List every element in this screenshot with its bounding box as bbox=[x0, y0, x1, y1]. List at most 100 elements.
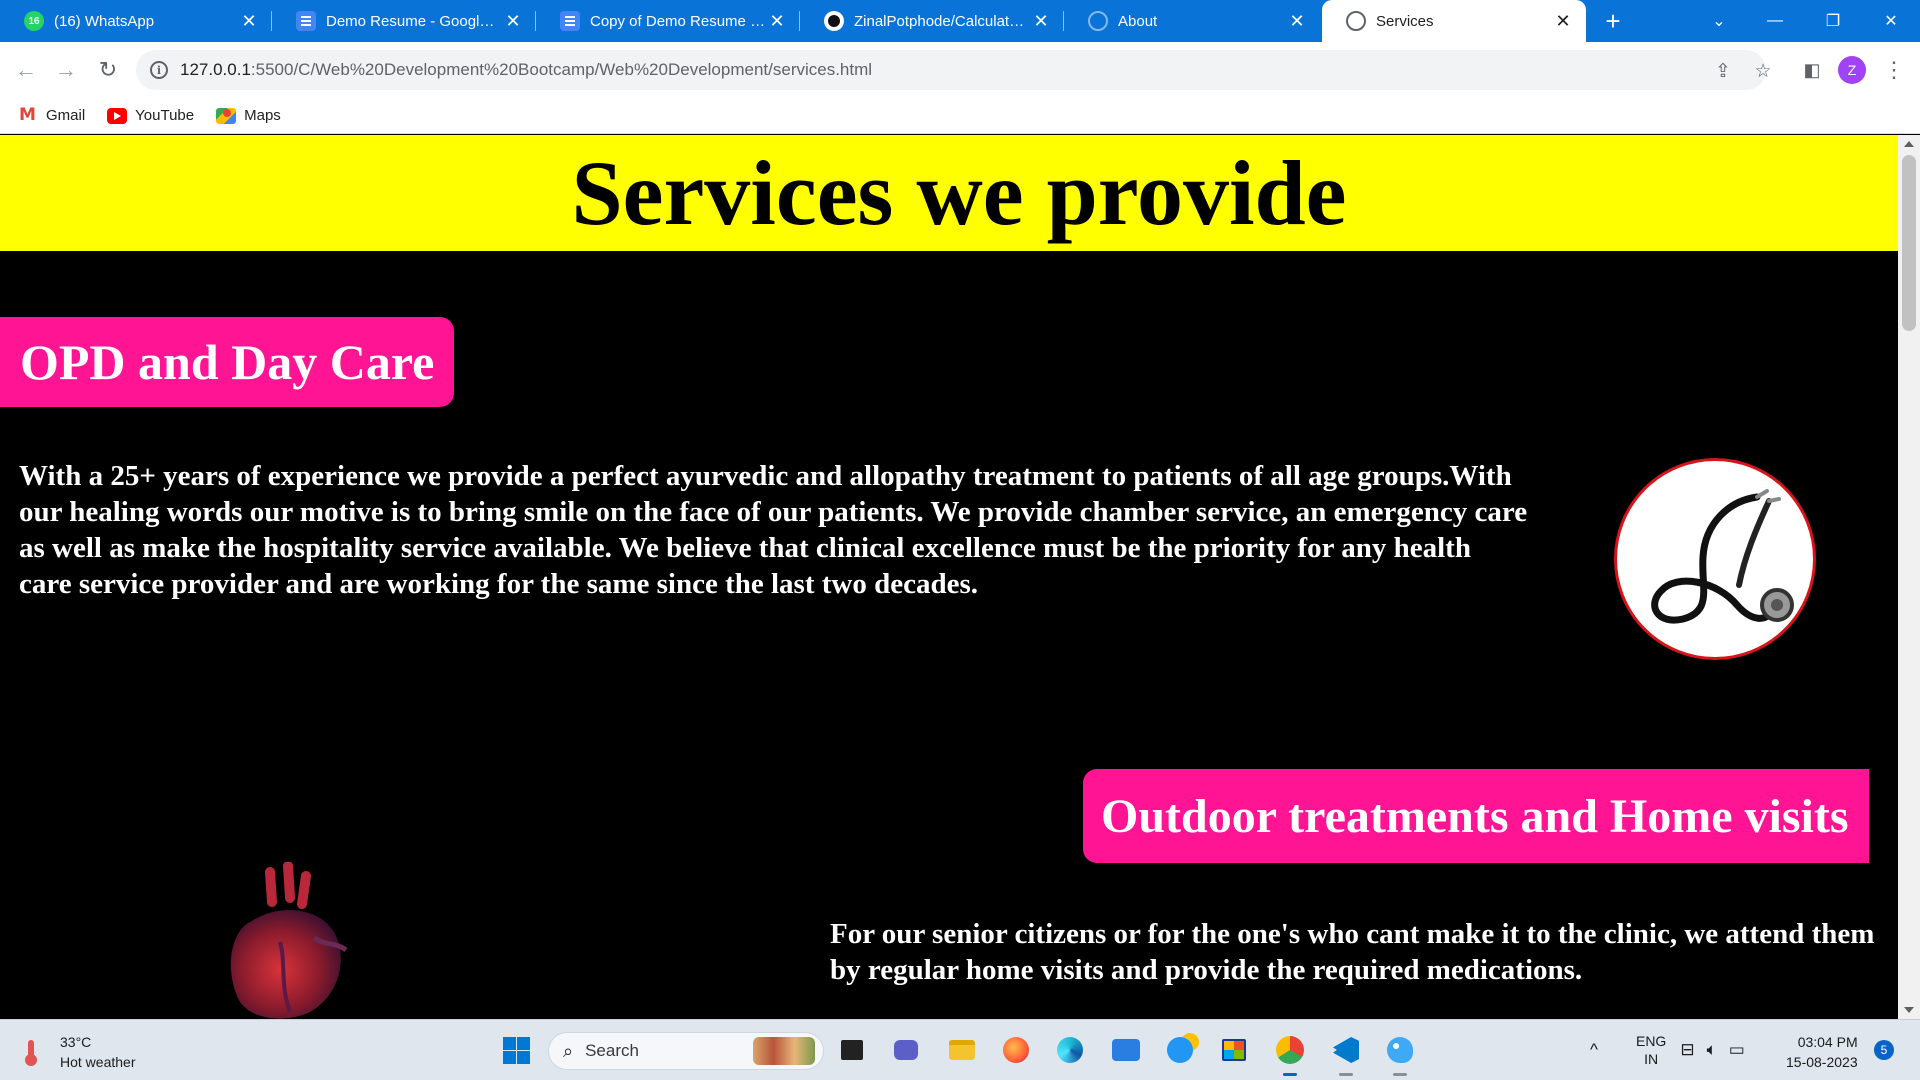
side-panel-icon[interactable]: ◧ bbox=[1796, 54, 1828, 86]
notification-badge[interactable]: 5 bbox=[1874, 1040, 1894, 1060]
window-close-icon[interactable]: ✕ bbox=[1868, 0, 1914, 42]
tab-title: About bbox=[1118, 12, 1158, 30]
reload-icon[interactable]: ↻ bbox=[92, 54, 124, 86]
site-info-icon[interactable]: i bbox=[150, 61, 168, 79]
active-app-indicator bbox=[1339, 1073, 1353, 1076]
tab-demo-resume[interactable]: Demo Resume - Google Docs ✕ bbox=[272, 0, 536, 42]
network-icon[interactable]: ⊟ bbox=[1680, 1040, 1694, 1060]
page-header: Services we provide bbox=[0, 135, 1898, 251]
close-icon[interactable]: ✕ bbox=[1030, 10, 1052, 32]
close-icon[interactable]: ✕ bbox=[1552, 10, 1574, 32]
tab-title: ZinalPotphode/Calculator: T bbox=[854, 12, 1030, 30]
thermometer-icon bbox=[22, 1038, 40, 1066]
tab-title: Copy of Demo Resume - Google Docs bbox=[590, 12, 766, 30]
stethoscope-drawing bbox=[1651, 489, 1794, 624]
search-placeholder: Search bbox=[585, 1041, 639, 1060]
chrome-icon[interactable] bbox=[1270, 1030, 1310, 1076]
browser-toolbar: ← → ↻ i 127.0.0.1:5500/C/Web%20Developme… bbox=[0, 42, 1920, 98]
battery-icon[interactable]: ▭ bbox=[1729, 1040, 1745, 1060]
forward-arrow-icon[interactable]: → bbox=[50, 54, 82, 86]
search-icon: ⌕ bbox=[563, 1040, 574, 1061]
section-text-opd: With a 25+ years of experience we provid… bbox=[19, 460, 1528, 600]
kebab-menu-icon[interactable]: ⋮ bbox=[1880, 54, 1908, 86]
section-heading-outdoor: Outdoor treatments and Home visits bbox=[1083, 769, 1869, 863]
file-explorer-icon[interactable] bbox=[942, 1030, 982, 1070]
back-arrow-icon[interactable]: ← bbox=[10, 54, 42, 86]
clock-date: 15-08-2023 bbox=[1786, 1054, 1858, 1070]
google-docs-icon bbox=[296, 11, 316, 31]
windows-taskbar: 33°C Hot weather ⌕ Search ^ ENG IN ⊟ 🔈︎ bbox=[0, 1019, 1920, 1080]
region-code: IN bbox=[1644, 1051, 1659, 1067]
store-icon[interactable] bbox=[1214, 1030, 1254, 1070]
tab-copy-demo-resume[interactable]: Copy of Demo Resume - Google Docs ✕ bbox=[536, 0, 800, 42]
tab-about[interactable]: About ✕ bbox=[1064, 0, 1320, 42]
url-host: 127.0.0.1 bbox=[180, 60, 251, 79]
profile-avatar[interactable]: Z bbox=[1838, 56, 1866, 84]
url-text: 127.0.0.1:5500/C/Web%20Development%20Boo… bbox=[180, 60, 872, 80]
bookmark-label: YouTube bbox=[135, 107, 195, 124]
chevron-up-icon[interactable]: ^ bbox=[1590, 1040, 1598, 1060]
windows-start-icon[interactable] bbox=[496, 1030, 536, 1070]
scrollbar-thumb[interactable] bbox=[1902, 155, 1916, 331]
tab-search-chevron-icon[interactable]: ⌄ bbox=[1696, 0, 1742, 42]
search-highlight-image bbox=[753, 1037, 815, 1065]
volume-icon[interactable]: 🔈︎ bbox=[1707, 1040, 1717, 1060]
page-title: Services we provide bbox=[571, 142, 1347, 244]
scroll-down-icon[interactable] bbox=[1904, 1007, 1914, 1013]
active-app-indicator bbox=[1393, 1073, 1407, 1076]
vscode-icon[interactable] bbox=[1326, 1030, 1366, 1076]
language-code: ENG bbox=[1635, 1033, 1667, 1049]
page-scrollbar[interactable] bbox=[1898, 135, 1920, 1019]
close-icon[interactable]: ✕ bbox=[766, 10, 788, 32]
bookmark-star-icon[interactable]: ☆ bbox=[1752, 60, 1774, 82]
bookmark-gmail[interactable]: Gmail bbox=[18, 105, 86, 125]
paint-icon[interactable] bbox=[1380, 1030, 1420, 1076]
restore-icon[interactable]: ❐ bbox=[1810, 0, 1856, 42]
meet-icon[interactable] bbox=[886, 1030, 926, 1070]
tab-whatsapp[interactable]: 16 (16) WhatsApp ✕ bbox=[0, 0, 272, 42]
tab-title: (16) WhatsApp bbox=[54, 12, 155, 30]
address-bar[interactable]: i 127.0.0.1:5500/C/Web%20Development%20B… bbox=[136, 50, 1772, 90]
youtube-icon bbox=[107, 107, 128, 124]
url-path: :5500/C/Web%20Development%20Bootcamp/Web… bbox=[250, 60, 873, 79]
clock[interactable]: 03:04 PM 15-08-2023 bbox=[1786, 1032, 1858, 1072]
page-viewport: Services we provide OPD and Day Care Wit… bbox=[0, 135, 1898, 1019]
google-docs-icon bbox=[560, 11, 580, 31]
task-view-icon[interactable] bbox=[832, 1030, 872, 1070]
stethoscope-image bbox=[1614, 458, 1816, 660]
tab-services[interactable]: Services ✕ bbox=[1322, 0, 1586, 42]
bookmark-label: Maps bbox=[244, 107, 281, 124]
support-icon[interactable] bbox=[1160, 1030, 1200, 1070]
language-indicator[interactable]: ENG IN bbox=[1636, 1032, 1666, 1068]
share-icon[interactable]: ⇪ bbox=[1712, 60, 1734, 82]
tab-title: Demo Resume - Google Docs bbox=[326, 12, 502, 30]
scroll-up-icon[interactable] bbox=[1904, 141, 1914, 147]
gmail-icon bbox=[18, 105, 38, 125]
edge-icon[interactable] bbox=[1050, 1030, 1090, 1070]
firefox-icon[interactable] bbox=[996, 1030, 1036, 1070]
taskbar-search-box[interactable]: ⌕ Search bbox=[548, 1032, 824, 1070]
weather-text: 33°C Hot weather bbox=[60, 1032, 135, 1072]
bookmark-maps[interactable]: Maps bbox=[216, 107, 281, 124]
close-icon[interactable]: ✕ bbox=[1286, 10, 1308, 32]
weather-widget[interactable]: 33°C Hot weather bbox=[22, 1032, 135, 1072]
close-icon[interactable]: ✕ bbox=[502, 10, 524, 32]
whatsapp-icon: 16 bbox=[24, 11, 44, 31]
section-heading-opd: OPD and Day Care bbox=[0, 317, 455, 407]
new-tab-button[interactable]: + bbox=[1598, 6, 1628, 36]
heart-image bbox=[210, 861, 370, 1019]
bookmark-label: Gmail bbox=[46, 107, 86, 124]
bookmarks-bar: Gmail YouTube Maps bbox=[0, 98, 1920, 134]
minimize-icon[interactable]: — bbox=[1752, 0, 1798, 42]
globe-icon bbox=[1088, 11, 1108, 31]
myhp-icon[interactable] bbox=[1106, 1030, 1146, 1070]
weather-temp: 33°C bbox=[60, 1034, 92, 1050]
system-tray: ^ ENG IN ⊟ 🔈︎ ▭ bbox=[1590, 1030, 1757, 1070]
close-icon[interactable]: ✕ bbox=[238, 10, 260, 32]
tab-strip: 16 (16) WhatsApp ✕ Demo Resume - Google … bbox=[0, 0, 1920, 42]
heart-drawing bbox=[230, 861, 348, 1019]
tab-github-calculator[interactable]: ZinalPotphode/Calculator: T ✕ bbox=[800, 0, 1064, 42]
active-app-indicator bbox=[1283, 1073, 1297, 1076]
clock-time: 03:04 PM bbox=[1797, 1034, 1858, 1050]
bookmark-youtube[interactable]: YouTube bbox=[107, 107, 194, 124]
